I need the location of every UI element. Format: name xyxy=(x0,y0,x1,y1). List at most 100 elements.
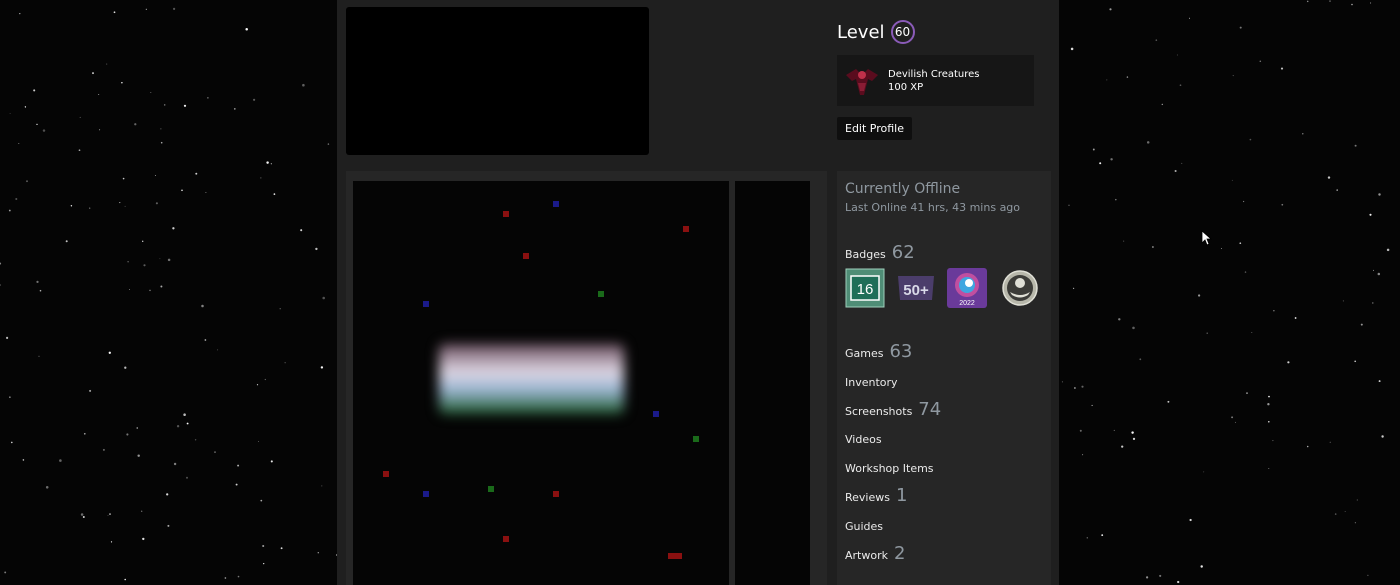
star xyxy=(102,448,105,451)
star xyxy=(142,240,144,242)
featured-badge[interactable]: Devilish Creatures 100 XP xyxy=(837,55,1034,106)
star xyxy=(1151,246,1154,248)
star xyxy=(1251,332,1253,333)
star xyxy=(321,485,323,487)
star xyxy=(233,108,236,110)
devil-creature-icon xyxy=(842,61,882,101)
star xyxy=(1267,403,1270,406)
star xyxy=(18,142,20,145)
star xyxy=(113,11,116,14)
star xyxy=(256,384,259,386)
videos-link[interactable]: Videos xyxy=(845,433,882,446)
games-owned-badge-icon[interactable]: 50+ xyxy=(896,268,936,308)
star xyxy=(1268,421,1270,423)
artwork-showcase-main[interactable] xyxy=(353,181,729,585)
star xyxy=(1132,437,1136,441)
star xyxy=(79,116,81,118)
star xyxy=(1234,421,1236,423)
star xyxy=(1231,179,1233,181)
star xyxy=(258,440,259,442)
star xyxy=(167,524,170,527)
star xyxy=(119,202,121,204)
star xyxy=(1334,513,1337,515)
star xyxy=(1378,380,1381,383)
star xyxy=(1272,440,1274,442)
star xyxy=(1377,272,1381,276)
star xyxy=(1373,269,1374,271)
star xyxy=(1099,162,1102,165)
level-badge[interactable]: 60 xyxy=(890,20,915,44)
guides-link[interactable]: Guides xyxy=(845,520,883,533)
star xyxy=(142,537,145,541)
noise-pixel xyxy=(503,536,509,542)
star xyxy=(149,289,151,292)
star xyxy=(1203,471,1205,473)
star xyxy=(1118,318,1121,321)
badges-link[interactable]: Badges 62 xyxy=(845,242,915,263)
star xyxy=(1281,203,1284,206)
star xyxy=(22,459,25,461)
star xyxy=(245,28,248,31)
star xyxy=(1068,204,1070,206)
screenshots-link[interactable]: Screenshots 74 xyxy=(845,399,941,420)
profile-background-video xyxy=(346,7,649,155)
star xyxy=(183,104,187,107)
workshop-link[interactable]: Workshop Items xyxy=(845,462,934,475)
star xyxy=(36,123,38,126)
edit-profile-button[interactable]: Edit Profile xyxy=(837,117,913,140)
star xyxy=(143,264,146,267)
star xyxy=(1206,332,1208,334)
badges-label: Badges xyxy=(845,248,886,261)
star xyxy=(137,454,140,457)
star xyxy=(167,258,171,262)
star xyxy=(15,197,18,201)
star xyxy=(1131,431,1134,434)
noise-pixel xyxy=(598,291,604,297)
star xyxy=(1360,323,1363,326)
artwork-link[interactable]: Artwork 2 xyxy=(845,543,905,564)
guides-label: Guides xyxy=(845,520,884,533)
reviews-link[interactable]: Reviews 1 xyxy=(845,485,907,506)
star xyxy=(33,89,36,92)
screenshots-label: Screenshots xyxy=(845,405,913,418)
star xyxy=(1370,2,1372,4)
star xyxy=(1336,189,1338,191)
star xyxy=(80,513,84,516)
star xyxy=(1132,326,1135,330)
star xyxy=(109,513,111,516)
inventory-link[interactable]: Inventory xyxy=(845,376,898,389)
star xyxy=(1280,67,1284,70)
star xyxy=(176,425,180,428)
star xyxy=(159,258,161,260)
star xyxy=(270,460,273,463)
star xyxy=(6,336,9,339)
steam-replay-badge-icon[interactable]: 2022 xyxy=(947,268,987,308)
star xyxy=(59,459,62,462)
star xyxy=(186,422,189,425)
star xyxy=(108,351,111,354)
star xyxy=(237,575,240,578)
games-link[interactable]: Games 63 xyxy=(845,341,912,362)
star xyxy=(141,510,143,512)
star xyxy=(284,362,286,364)
blurred-logo xyxy=(439,344,624,414)
star xyxy=(126,433,129,436)
star xyxy=(260,177,262,179)
years-of-service-badge-icon[interactable]: 16 xyxy=(845,268,885,308)
noise-pixel xyxy=(503,211,509,217)
star xyxy=(205,192,207,193)
star xyxy=(70,205,73,207)
community-badge-icon[interactable] xyxy=(1000,268,1040,308)
artwork-showcase-side[interactable] xyxy=(735,181,810,585)
star xyxy=(1369,213,1372,216)
star xyxy=(253,98,256,101)
star xyxy=(1110,158,1113,161)
mouse-cursor-icon xyxy=(1201,230,1213,246)
star xyxy=(1159,574,1162,577)
star xyxy=(160,285,163,288)
star xyxy=(1181,162,1183,164)
star xyxy=(1176,54,1178,56)
star xyxy=(107,514,109,516)
noise-pixel xyxy=(653,411,659,417)
star xyxy=(1351,3,1353,6)
